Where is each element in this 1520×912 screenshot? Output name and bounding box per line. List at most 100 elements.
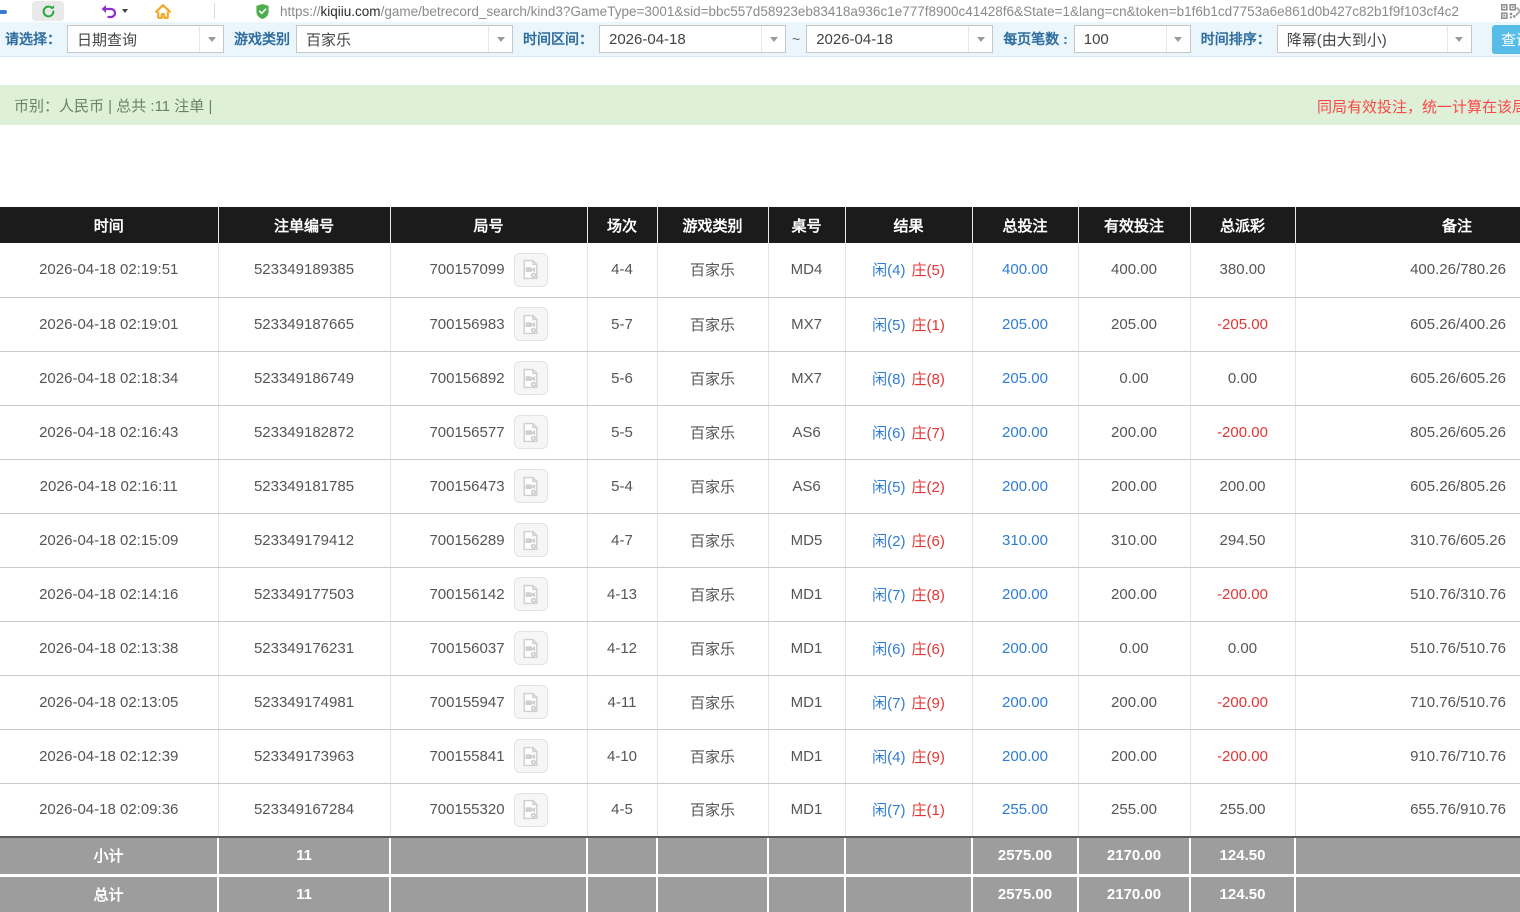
video-replay-button[interactable]: [514, 577, 548, 611]
chevron-down-icon: [488, 26, 512, 52]
summary-bar: 币别：人民币 | 总共 :11 注单 | 同局有效投注，统一计算在该局第: [0, 85, 1520, 125]
round-cell: 700156892: [390, 351, 587, 405]
url-scheme: https://: [280, 4, 321, 19]
table-row: 2026-04-18 02:15:09 523349179412 7001562…: [0, 513, 1520, 567]
video-file-icon: [520, 314, 541, 335]
video-replay-button[interactable]: [514, 361, 548, 395]
banker-result: 庄(8): [912, 587, 945, 604]
player-result: 闲(5): [872, 317, 905, 334]
banker-result: 庄(6): [912, 641, 945, 658]
table-code-cell: MX7: [768, 351, 845, 405]
col-header-note: 备注: [1295, 207, 1520, 243]
player-result: 闲(7): [872, 587, 905, 604]
session-cell: 4-10: [587, 729, 657, 783]
note-cell: 510.76/510.76: [1295, 621, 1520, 675]
col-header-time: 时间: [0, 207, 218, 243]
session-cell: 5-7: [587, 297, 657, 351]
notice-text: 同局有效投注，统一计算在该局第: [1317, 96, 1520, 117]
video-replay-button[interactable]: [514, 523, 548, 557]
table-row: 2026-04-18 02:12:39 523349173963 7001558…: [0, 729, 1520, 783]
video-replay-button[interactable]: [514, 685, 548, 719]
currency-summary: 币别：人民币 | 总共 :11 注单 |: [14, 95, 212, 116]
chevron-down-icon: [1447, 26, 1471, 52]
col-header-round: 局号: [390, 207, 587, 243]
refresh-button[interactable]: [32, 1, 64, 21]
player-result: 闲(4): [872, 262, 905, 279]
filter-type-label: 请选择：: [5, 29, 61, 49]
page-size-select[interactable]: 100: [1074, 25, 1191, 53]
bet-time: 2026-04-18 02:13:38: [0, 621, 218, 675]
game-type-select[interactable]: 百家乐: [296, 25, 513, 53]
player-result: 闲(6): [872, 425, 905, 442]
video-replay-button[interactable]: [514, 631, 548, 665]
bet-time: 2026-04-18 02:09:36: [0, 783, 218, 837]
time-range-label: 时间区间：: [523, 29, 593, 49]
video-file-icon: [520, 530, 541, 551]
video-replay-button[interactable]: [514, 739, 548, 773]
total-bet-cell: 255.00: [972, 783, 1078, 837]
search-button[interactable]: 查询: [1492, 25, 1520, 54]
date-to-select[interactable]: 2026-04-18: [806, 25, 993, 53]
result-cell: 闲(8)庄(8): [845, 351, 972, 405]
undo-button[interactable]: [100, 4, 128, 19]
total-bet-cell: 205.00: [972, 297, 1078, 351]
page-size-label: 每页笔数 :: [1003, 29, 1068, 49]
url-bar[interactable]: https://kiqiiu.com/game/betrecord_search…: [255, 3, 1493, 20]
table-row: 2026-04-18 02:16:43 523349182872 7001565…: [0, 405, 1520, 459]
round-cell: 700156289: [390, 513, 587, 567]
home-button[interactable]: [154, 3, 172, 20]
payout-cell: 0.00: [1190, 351, 1295, 405]
note-cell: 910.76/710.76: [1295, 729, 1520, 783]
banker-result: 庄(1): [912, 317, 945, 334]
date-to-value: 2026-04-18: [807, 31, 968, 48]
game-type-cell: 百家乐: [657, 567, 768, 621]
table-row: 2026-04-18 02:14:16 523349177503 7001561…: [0, 567, 1520, 621]
date-from-select[interactable]: 2026-04-18: [599, 25, 786, 53]
round-number: 700156037: [429, 640, 504, 657]
col-header-payout: 总派彩: [1190, 207, 1295, 243]
result-cell: 闲(4)庄(5): [845, 243, 972, 297]
bet-id: 523349179412: [218, 513, 390, 567]
player-result: 闲(2): [872, 533, 905, 550]
subtotal-label: 小计: [0, 837, 218, 875]
round-cell: 700156983: [390, 297, 587, 351]
subtotal-payout: 124.50: [1190, 837, 1295, 875]
banker-result: 庄(6): [912, 533, 945, 550]
chevron-down-icon[interactable]: [122, 9, 128, 13]
video-replay-button[interactable]: [514, 415, 548, 449]
subtotal-total-bet: 2575.00: [972, 837, 1078, 875]
note-cell: 710.76/510.76: [1295, 675, 1520, 729]
round-number: 700156289: [429, 532, 504, 549]
bet-id: 523349176231: [218, 621, 390, 675]
time-sort-select[interactable]: 降幂(由大到小): [1277, 25, 1472, 53]
video-replay-button[interactable]: [514, 253, 548, 287]
filter-type-select[interactable]: 日期查询: [67, 25, 224, 53]
table-code-cell: MD1: [768, 729, 845, 783]
chevron-down-icon: [761, 26, 785, 52]
col-header-game: 游戏类别: [657, 207, 768, 243]
refresh-icon: [41, 4, 56, 19]
banker-result: 庄(8): [912, 371, 945, 388]
total-bet-cell: 310.00: [972, 513, 1078, 567]
session-cell: 4-11: [587, 675, 657, 729]
video-replay-button[interactable]: [514, 793, 548, 827]
range-separator: ~: [792, 31, 800, 47]
col-header-valid-bet: 有效投注: [1078, 207, 1190, 243]
bet-time: 2026-04-18 02:12:39: [0, 729, 218, 783]
bet-time: 2026-04-18 02:19:01: [0, 297, 218, 351]
valid-bet-cell: 205.00: [1078, 297, 1190, 351]
note-cell: 605.26/805.26: [1295, 459, 1520, 513]
banker-result: 庄(9): [912, 749, 945, 766]
result-cell: 闲(7) 庄(8): [845, 567, 972, 621]
chevron-down-icon: [968, 26, 992, 52]
session-cell: 4-4: [587, 243, 657, 297]
video-replay-button[interactable]: [514, 469, 548, 503]
browser-toolbar: https://kiqiiu.com/game/betrecord_search…: [0, 0, 1520, 22]
back-icon[interactable]: [0, 10, 7, 14]
session-cell: 4-5: [587, 783, 657, 837]
valid-bet-cell: 400.00: [1078, 243, 1190, 297]
game-type-cell: 百家乐: [657, 405, 768, 459]
round-number: 700156577: [429, 424, 504, 441]
round-cell: 700157099: [390, 243, 587, 297]
video-replay-button[interactable]: [514, 307, 548, 341]
